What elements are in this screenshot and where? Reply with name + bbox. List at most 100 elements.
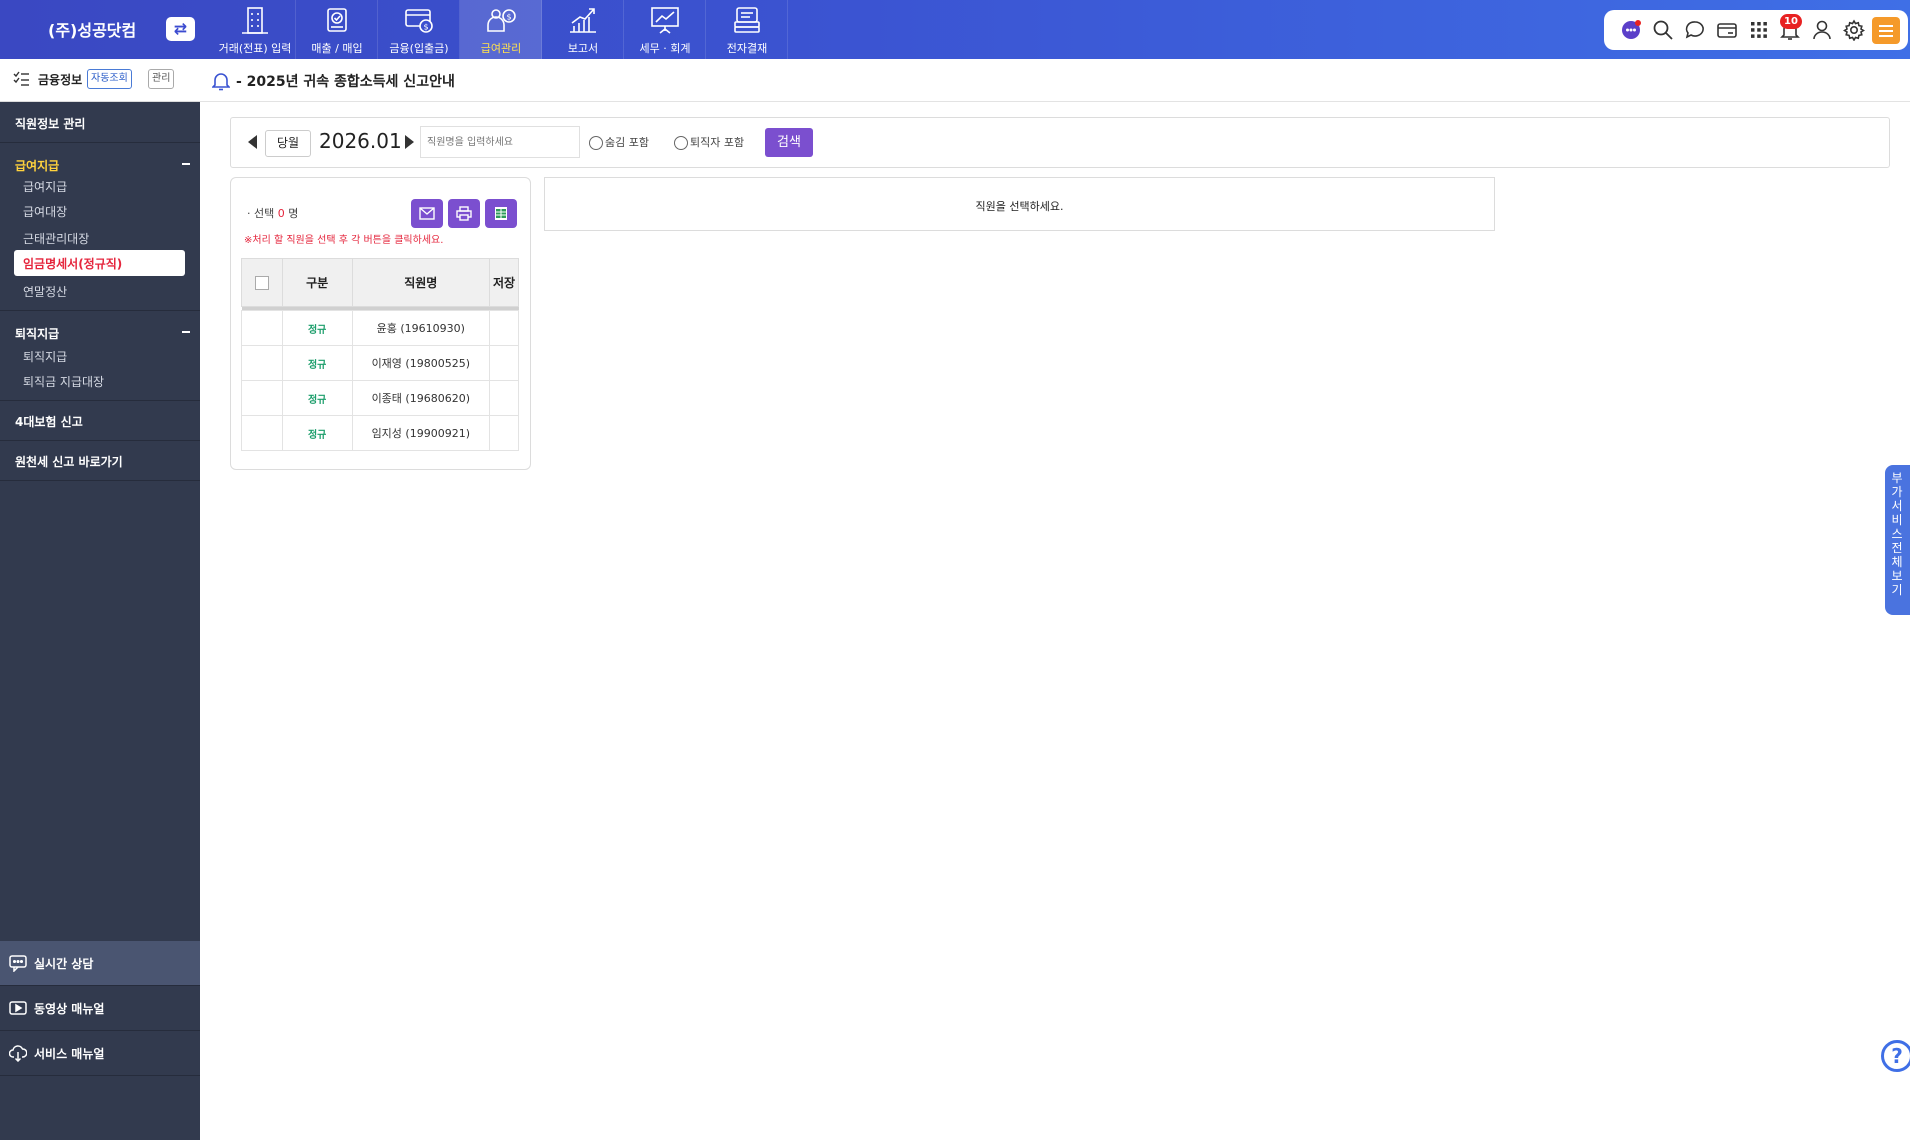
employee-table: 구분 직원명 저장 정규 윤홍 (19610930) 정규 이재영 (19800… [241,258,519,451]
company-name[interactable]: (주)성공닷컴 [48,17,136,41]
collapse-minus-icon[interactable] [182,331,190,333]
sidebar-item-retirement-ledger[interactable]: 퇴직금 지급대장 [23,373,104,390]
include-hidden-label: 숨김 포함 [605,136,649,149]
chat-icon[interactable] [1684,19,1706,41]
addon-services-label: 부가서비스 전체보기 [1891,471,1903,597]
row-select-cell[interactable] [241,415,283,451]
chatbot-icon[interactable] [1620,19,1642,41]
service-manual-label: 서비스 매뉴얼 [34,1047,105,1061]
table-row[interactable]: 정규 임지성 (19900921) [241,415,519,451]
saved-cell [489,310,519,346]
prev-month-arrow-icon[interactable] [248,135,257,149]
column-header-name: 직원명 [351,258,491,307]
sidebar-group-retirement: 퇴직지급 퇴직지급 퇴직금 지급대장 [0,311,200,401]
nav-tax-accounting[interactable]: 세무 · 회계 [624,0,706,59]
table-header-row: 구분 직원명 저장 [241,258,519,307]
employee-name-cell[interactable]: 이재영 (19800525) [351,345,491,381]
send-mail-button[interactable] [411,199,443,228]
current-month-button[interactable]: 당월 [265,130,311,157]
include-retired-label: 퇴직자 포함 [690,136,745,149]
collapse-minus-icon[interactable] [182,163,190,165]
row-select-cell[interactable] [241,380,283,416]
selected-prefix: · 선택 [247,207,275,220]
nav-label: 거래(전표) 입력 [218,42,292,55]
finance-info-header: 금융정보 자동조회 관리 [0,59,200,102]
employment-type-tag: 정규 [307,429,327,441]
nav-label: 세무 · 회계 [639,42,691,55]
finance-info-label: 금융정보 [38,73,83,87]
employee-name-cell[interactable]: 이종태 (19680620) [351,380,491,416]
search-icon[interactable] [1652,19,1674,41]
row-select-cell[interactable] [241,310,283,346]
video-manual-button[interactable]: 동영상 매뉴얼 [0,986,200,1031]
sidebar-item-year-end-settlement[interactable]: 연말정산 [23,283,67,300]
presentation-chart-icon [651,7,679,34]
apps-grid-icon[interactable] [1748,19,1770,41]
employee-name-input[interactable] [420,126,580,158]
addon-services-tab[interactable]: 부가서비스 전체보기 [1885,465,1910,615]
sidebar-item-withholding-tax[interactable]: 원천세 신고 바로가기 [0,441,200,481]
sidebar-item-employee-info[interactable]: 직원정보 관리 [0,102,200,143]
mail-icon [419,207,435,220]
nav-finance[interactable]: $ 금융(입출금) [378,0,460,59]
type-cell: 정규 [281,380,353,416]
select-all-checkbox[interactable] [254,275,269,290]
nav-reports[interactable]: 보고서 [542,0,624,59]
sidebar-item-payroll-ledger[interactable]: 급여대장 [23,203,67,220]
saved-cell [489,415,519,451]
hamburger-menu-icon[interactable] [1872,17,1900,44]
nav-transaction-entry[interactable]: 거래(전표) 입력 [214,0,296,59]
saved-cell [489,380,519,416]
include-retired-radio[interactable] [674,136,688,150]
user-icon[interactable] [1811,19,1833,41]
video-play-icon [9,1001,27,1015]
sidebar-group-title[interactable]: 급여지급 [15,157,59,174]
search-button[interactable]: 검색 [765,128,813,157]
card-icon[interactable] [1716,19,1738,41]
nav-label: 보고서 [567,42,599,55]
top-navigation-bar: (주)성공닷컴 ⇄ 거래(전표) 입력 매출 / 매입 $ 금융(입출금) $ … [0,0,1910,59]
sidebar-item-attendance-ledger[interactable]: 근태관리대장 [23,230,89,247]
help-icon[interactable]: ? [1881,1040,1910,1072]
period-display: 2026.01 [319,129,402,153]
svg-text:$: $ [424,23,429,32]
gear-icon[interactable] [1842,19,1866,42]
nav-label: 매출 / 매입 [311,42,363,55]
include-hidden-radio[interactable] [589,136,603,150]
approval-stack-icon [734,7,760,33]
table-row[interactable]: 정규 이종태 (19680620) [241,380,519,416]
sidebar-group-title[interactable]: 퇴직지급 [15,325,59,342]
notice-text[interactable]: - 2025년 귀속 종합소득세 신고안내 [236,71,455,91]
video-manual-label: 동영상 매뉴얼 [34,1002,105,1016]
saved-cell [489,345,519,381]
excel-download-button[interactable] [485,199,517,228]
table-row[interactable]: 정규 이재영 (19800525) [241,345,519,381]
service-manual-button[interactable]: 서비스 매뉴얼 [0,1031,200,1076]
employment-type-tag: 정규 [307,359,327,371]
manage-button[interactable]: 관리 [148,69,175,89]
nav-label: 전자결재 [726,42,768,55]
employee-name-cell[interactable]: 임지성 (19900921) [351,415,491,451]
employee-name-cell[interactable]: 윤홍 (19610930) [351,310,491,346]
row-select-cell[interactable] [241,345,283,381]
nav-e-approval[interactable]: 전자결재 [706,0,788,59]
auto-query-button[interactable]: 자동조회 [87,69,132,89]
live-chat-button[interactable]: 실시간 상담 [0,941,200,986]
employment-type-tag: 정규 [307,394,327,406]
sidebar-item-payment[interactable]: 급여지급 [23,178,67,195]
type-cell: 정규 [281,415,353,451]
payroll-person-icon: $ [487,9,516,32]
nav-payroll[interactable]: $ 급여관리 [460,0,542,59]
print-button[interactable] [448,199,480,228]
nav-sales-purchase[interactable]: 매출 / 매입 [296,0,378,59]
building-icon [242,7,268,34]
next-month-arrow-icon[interactable] [405,135,414,149]
sidebar-item-retirement-payment[interactable]: 퇴직지급 [23,348,67,365]
sidebar-item-pay-statement[interactable]: 임금명세서(정규직) [14,250,185,276]
swap-arrows-icon[interactable]: ⇄ [166,17,195,41]
sidebar-item-insurance[interactable]: 4대보험 신고 [0,401,200,441]
nav-label: 금융(입출금) [389,42,449,55]
table-row[interactable]: 정규 윤홍 (19610930) [241,310,519,346]
notification-count-badge: 10 [1780,14,1802,29]
select-all-header [241,258,283,307]
